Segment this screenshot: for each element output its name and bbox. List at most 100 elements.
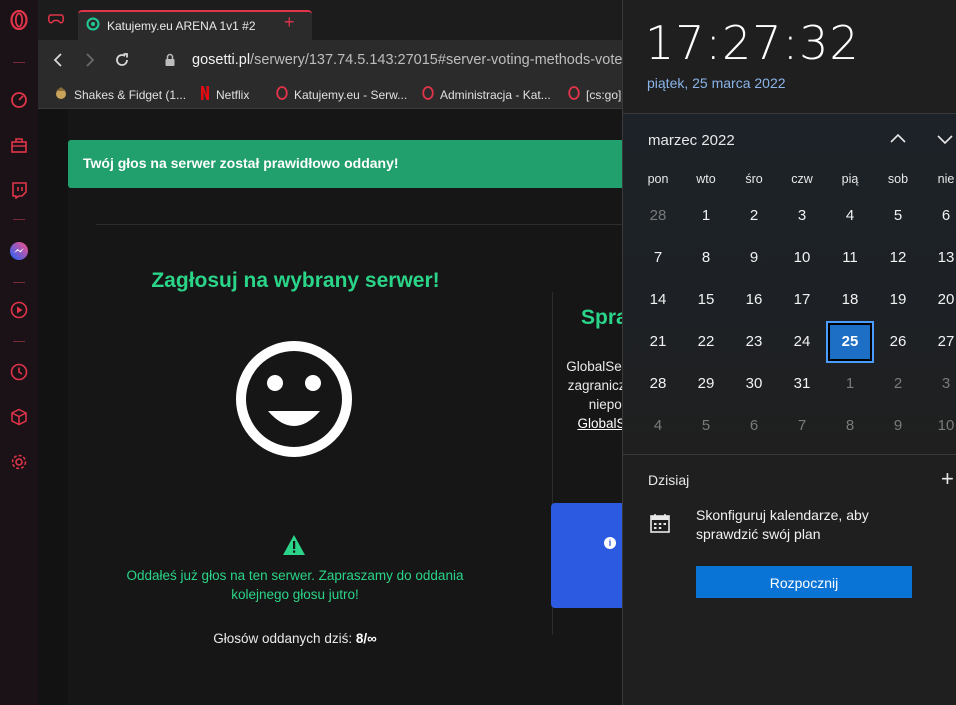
- calendar-day[interactable]: 7: [636, 239, 680, 277]
- calendar-day[interactable]: 27: [924, 323, 956, 361]
- votes-today-value: 8/∞: [355, 631, 377, 646]
- calendar-day[interactable]: 18: [828, 281, 872, 319]
- right-text-line: nieporz: [588, 397, 633, 412]
- configure-calendars-text: Skonfiguruj kalendarze, aby sprawdzić sw…: [696, 507, 869, 542]
- bookmark-netflix[interactable]: Netflix: [200, 86, 249, 103]
- calendar-day[interactable]: 3: [924, 365, 956, 403]
- calendar-day[interactable]: 15: [684, 281, 728, 319]
- calendar-day[interactable]: 9: [732, 239, 776, 277]
- calendar-day[interactable]: 23: [732, 323, 776, 361]
- extensions-icon[interactable]: [9, 407, 29, 427]
- weekday-label: pon: [647, 172, 669, 186]
- calendar-day[interactable]: 2: [876, 365, 920, 403]
- bookmark-label: [cs:go]: [586, 87, 622, 102]
- chevron-up-icon[interactable]: [889, 130, 907, 153]
- bookmark-csgo[interactable]: [cs:go]: [568, 86, 621, 103]
- calendar-day[interactable]: 14: [636, 281, 680, 319]
- calendar-day[interactable]: 30: [732, 365, 776, 403]
- add-event-button[interactable]: +: [941, 466, 954, 492]
- history-icon[interactable]: [9, 362, 29, 382]
- calendar-day[interactable]: 16: [732, 281, 776, 319]
- divider: [623, 454, 956, 455]
- calendar-day[interactable]: 31: [780, 365, 824, 403]
- calendar-day[interactable]: 17: [780, 281, 824, 319]
- opera-favicon-icon: [568, 86, 580, 103]
- opera-sidebar: [0, 0, 39, 705]
- month-label[interactable]: marzec 2022: [648, 132, 735, 149]
- player-icon[interactable]: [9, 300, 29, 320]
- calendar-day[interactable]: 5: [876, 197, 920, 235]
- bookmark-administracja[interactable]: Administracja - Kat...: [422, 86, 551, 103]
- calendar-day[interactable]: 12: [876, 239, 920, 277]
- url-field[interactable]: gosetti.pl/serwery/137.74.5.143:27015#se…: [192, 52, 630, 68]
- forward-icon[interactable]: [80, 50, 100, 70]
- weekday-label: śro: [745, 172, 763, 186]
- calendar-day[interactable]: 6: [924, 197, 956, 235]
- opera-logo-icon[interactable]: [9, 10, 29, 30]
- already-voted-message: Oddałeś już głos na ten serwer. Zaprasza…: [126, 568, 464, 602]
- speed-dial-icon[interactable]: [9, 90, 29, 110]
- new-tab-button[interactable]: +: [284, 13, 295, 31]
- date-link[interactable]: piątek, 25 marca 2022: [647, 75, 786, 91]
- right-text-line: GlobalServ: [566, 359, 633, 374]
- shakes-fidget-icon: [54, 86, 68, 103]
- start-button[interactable]: Rozpocznij: [696, 566, 912, 598]
- calendar-day-today[interactable]: 25: [826, 321, 874, 363]
- calendar-day[interactable]: 3: [780, 197, 824, 235]
- calendar-day[interactable]: 19: [876, 281, 920, 319]
- calendar-day[interactable]: 6: [732, 407, 776, 445]
- calendar-day[interactable]: 28: [636, 197, 680, 235]
- smiley-face-icon: [236, 341, 352, 462]
- calendar-icon: [649, 512, 671, 539]
- calendar-day[interactable]: 22: [684, 323, 728, 361]
- vote-method-card[interactable]: i: [551, 503, 631, 608]
- calendar-day[interactable]: 28: [636, 365, 680, 403]
- weekday-label: sob: [887, 172, 909, 186]
- info-icon: i: [604, 537, 616, 549]
- tab-active[interactable]: Katujemy.eu ARENA 1v1 #2: [78, 10, 312, 40]
- calendar-day[interactable]: 8: [684, 239, 728, 277]
- web-page: Twój głos na serwer został prawidłowo od…: [38, 109, 633, 705]
- bookmark-label: Administracja - Kat...: [440, 87, 551, 102]
- url-path: /serwery/137.74.5.143:27015#server-votin…: [250, 52, 630, 68]
- weekday-label: nie: [937, 172, 955, 186]
- right-text-line: zagraniczn: [567, 378, 633, 393]
- calendar-day[interactable]: 29: [684, 365, 728, 403]
- reload-icon[interactable]: [112, 50, 132, 70]
- vote-heading: Zagłosuj na wybrany serwer!: [151, 269, 440, 292]
- sidebar-separator: [13, 341, 25, 342]
- bookmark-label: Shakes & Fidget (1...: [74, 87, 187, 102]
- settings-icon[interactable]: [9, 452, 29, 472]
- calendar-day[interactable]: 10: [780, 239, 824, 277]
- calendar-day[interactable]: 13: [924, 239, 956, 277]
- address-bar: gosetti.pl/serwery/137.74.5.143:27015#se…: [38, 40, 630, 80]
- clock-time: 17:27:32: [645, 16, 860, 70]
- globalserver-link[interactable]: GlobalSe: [543, 414, 633, 433]
- calendar-day[interactable]: 2: [732, 197, 776, 235]
- calendar-day[interactable]: 10: [924, 407, 956, 445]
- back-icon[interactable]: [48, 50, 68, 70]
- calendar-day[interactable]: 11: [828, 239, 872, 277]
- bookmark-katujemy[interactable]: Katujemy.eu - Serw...: [276, 86, 407, 103]
- messenger-icon[interactable]: [9, 241, 29, 261]
- twitch-icon[interactable]: [9, 180, 29, 200]
- bookmarks-bar: Shakes & Fidget (1... Netflix Katujemy.e…: [38, 80, 622, 109]
- calendar-day[interactable]: 20: [924, 281, 956, 319]
- calendar-day[interactable]: 4: [636, 407, 680, 445]
- chevron-down-icon[interactable]: [936, 130, 954, 153]
- calendar-day[interactable]: 21: [636, 323, 680, 361]
- url-host: gosetti.pl: [192, 52, 251, 68]
- gamepad-icon[interactable]: [48, 12, 64, 31]
- calendar-day[interactable]: 24: [780, 323, 824, 361]
- calendar-day[interactable]: 5: [684, 407, 728, 445]
- calendar-day[interactable]: 8: [828, 407, 872, 445]
- calendar-day[interactable]: 7: [780, 407, 824, 445]
- bookmark-shakes-fidget[interactable]: Shakes & Fidget (1...: [54, 86, 186, 103]
- calendar-day[interactable]: 4: [828, 197, 872, 235]
- calendar-day[interactable]: 26: [876, 323, 920, 361]
- calendar-day[interactable]: 9: [876, 407, 920, 445]
- calendar-day[interactable]: 1: [828, 365, 872, 403]
- lock-icon[interactable]: [160, 50, 180, 70]
- bag-icon[interactable]: [9, 135, 29, 155]
- calendar-day[interactable]: 1: [684, 197, 728, 235]
